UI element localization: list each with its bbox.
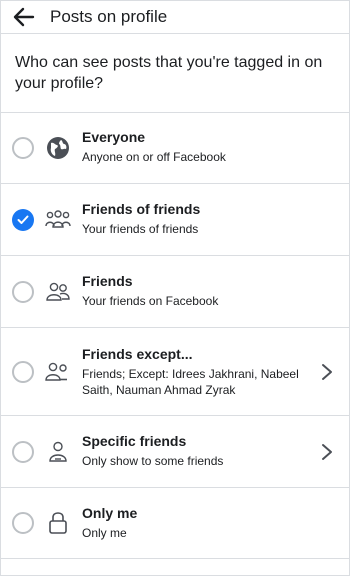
option-specific-friends[interactable]: Specific friends Only show to some frien… [1, 416, 349, 488]
radio-friends-except[interactable] [12, 360, 34, 383]
friends-icon [45, 279, 71, 305]
option-title: Only me [82, 505, 138, 521]
option-friends[interactable]: Friends Your friends on Facebook [1, 256, 349, 328]
chevron-right-icon [322, 443, 332, 460]
option-text: Everyone Anyone on or off Facebook [82, 129, 313, 165]
option-subtitle: Only show to some friends [82, 454, 224, 468]
option-title: Specific friends [82, 433, 187, 449]
chevron-right-icon [322, 363, 332, 380]
friends-except-icon [45, 359, 71, 385]
specific-friend-icon [45, 439, 71, 465]
radio-friends-of-friends[interactable] [12, 208, 34, 231]
header-bar: Posts on profile [1, 1, 349, 34]
page-title: Posts on profile [50, 7, 168, 26]
question-text: Who can see posts that you're tagged in … [1, 34, 349, 113]
lock-icon [45, 510, 71, 536]
radio-friends[interactable] [12, 280, 34, 303]
option-subtitle: Friends; Except: Idrees Jakhrani, Nabeel… [82, 367, 299, 397]
option-only-me[interactable]: Only me Only me [1, 488, 349, 559]
checkmark-icon [17, 215, 29, 224]
option-text: Friends Your friends on Facebook [82, 273, 313, 309]
option-text: Friends except... Friends; Except: Idree… [82, 346, 313, 398]
option-title: Everyone [82, 129, 146, 145]
option-friends-except[interactable]: Friends except... Friends; Except: Idree… [1, 328, 349, 416]
radio-only-me[interactable] [12, 512, 34, 534]
option-subtitle: Your friends on Facebook [82, 294, 219, 308]
option-subtitle: Anyone on or off Facebook [82, 150, 226, 164]
option-title: Friends of friends [82, 201, 201, 217]
option-text: Only me Only me [82, 505, 313, 541]
friends-of-friends-icon [45, 207, 71, 233]
radio-specific-friends[interactable] [12, 440, 34, 463]
option-title: Friends except... [82, 346, 193, 362]
globe-icon [45, 135, 71, 161]
option-title: Friends [82, 273, 133, 289]
privacy-settings-screen: Posts on profile Who can see posts that … [0, 0, 350, 576]
option-subtitle: Only me [82, 526, 127, 540]
back-button[interactable] [11, 4, 37, 30]
option-text: Specific friends Only show to some frien… [82, 433, 313, 469]
option-friends-of-friends[interactable]: Friends of friends Your friends of frien… [1, 184, 349, 256]
option-subtitle: Your friends of friends [82, 222, 199, 236]
option-text: Friends of friends Your friends of frien… [82, 201, 313, 237]
back-arrow-icon [13, 7, 35, 27]
option-everyone[interactable]: Everyone Anyone on or off Facebook [1, 113, 349, 184]
radio-everyone[interactable] [12, 137, 34, 159]
